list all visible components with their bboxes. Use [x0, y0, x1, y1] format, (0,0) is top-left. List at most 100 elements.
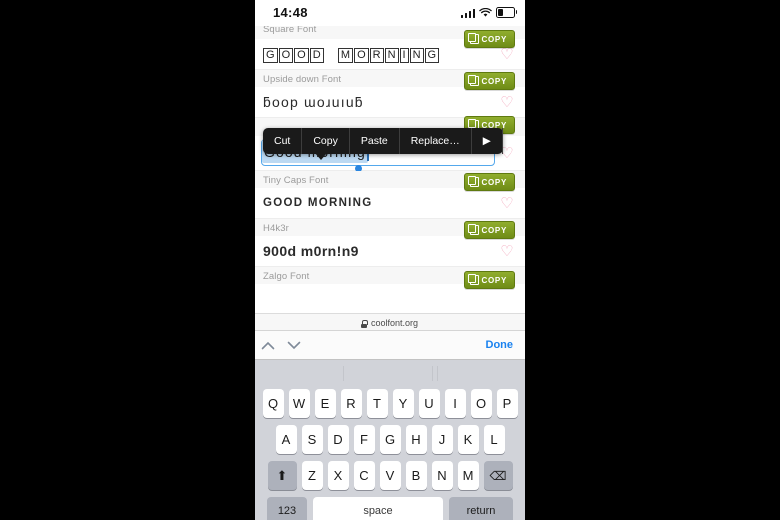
key-w[interactable]: W — [288, 389, 310, 418]
copy-button[interactable]: COPY — [463, 72, 515, 90]
copy-button-label: COPY — [481, 76, 507, 86]
url-text: coolfont.org — [370, 317, 419, 328]
key-c[interactable]: C — [353, 461, 375, 490]
heart-outline-icon[interactable]: ♡ — [500, 196, 513, 211]
key-z[interactable]: Z — [301, 461, 323, 490]
key-k[interactable]: K — [457, 425, 479, 454]
wifi-icon — [479, 8, 492, 17]
key-s[interactable]: S — [301, 425, 323, 454]
space-key[interactable]: space — [313, 497, 443, 520]
done-button[interactable]: Done — [486, 339, 514, 351]
key-m[interactable]: M — [457, 461, 479, 490]
square-letter: M — [337, 47, 354, 63]
font-row-zalgo: Zalgo Font COPY — [255, 267, 525, 289]
favorite-cell[interactable]: ♡ — [489, 47, 525, 62]
copy-icon — [468, 176, 479, 187]
key-b[interactable]: B — [405, 461, 427, 490]
chevron-down-icon — [287, 341, 301, 349]
key-d[interactable]: D — [327, 425, 349, 454]
keyboard-accessory-bar: Done — [255, 330, 525, 360]
key-h[interactable]: H — [405, 425, 427, 454]
previous-field-button[interactable] — [255, 341, 281, 350]
context-menu-item-paste[interactable]: Paste — [350, 128, 400, 154]
favorite-cell[interactable]: ♡ — [489, 196, 525, 211]
numbers-key[interactable]: 123 — [267, 497, 307, 520]
square-letter: D — [309, 47, 324, 63]
context-menu-item-replace[interactable]: Replace… — [400, 128, 472, 154]
predictive-divider — [437, 366, 438, 381]
copy-icon — [468, 274, 479, 285]
key-f[interactable]: F — [353, 425, 375, 454]
key-y[interactable]: Y — [392, 389, 414, 418]
shift-arrow-icon: ⬆ — [276, 467, 288, 483]
square-letter: N — [409, 47, 424, 63]
key-q[interactable]: Q — [262, 389, 284, 418]
key-e[interactable]: E — [314, 389, 336, 418]
lock-icon — [361, 320, 368, 328]
copy-button-label: COPY — [481, 34, 507, 44]
heart-outline-icon[interactable]: ♡ — [500, 95, 513, 110]
browser-url-bar[interactable]: coolfont.org — [255, 313, 525, 331]
url-display[interactable]: coolfont.org — [361, 317, 419, 328]
key-j[interactable]: J — [431, 425, 453, 454]
predictive-bar[interactable] — [255, 358, 525, 389]
key-i[interactable]: I — [444, 389, 466, 418]
font-row-tiny-caps: Tiny Caps Font GOOD MORNING ♡ COPY — [255, 171, 525, 219]
keyboard-row-3: ⬆ Z X C V B N M ⌫ — [255, 461, 525, 490]
keyboard-row-4: 123 space return — [255, 497, 525, 520]
status-bar: 14:48 — [255, 0, 525, 26]
font-row-text: G O O D M O R N I N G — [255, 46, 489, 63]
favorite-cell[interactable]: ♡ — [489, 95, 525, 110]
key-t[interactable]: T — [366, 389, 388, 418]
copy-button[interactable]: COPY — [463, 173, 515, 191]
copy-button-label: COPY — [481, 177, 507, 187]
key-o[interactable]: O — [470, 389, 492, 418]
cellular-bars-icon — [460, 8, 475, 18]
status-bar-clock: 14:48 — [273, 5, 308, 20]
copy-button[interactable]: COPY — [463, 221, 515, 239]
favorite-cell[interactable]: ♡ — [489, 244, 525, 259]
context-menu-item-cut[interactable]: Cut — [263, 128, 303, 154]
key-p[interactable]: P — [496, 389, 518, 418]
key-l[interactable]: L — [483, 425, 505, 454]
status-bar-icons — [460, 7, 518, 18]
font-row-upside-down: Upside down Font ƃoop ɯoɹuıuƃ ♡ COPY — [255, 70, 525, 118]
phone-screen: 14:48 Square Font G O O D M O R N I N G … — [255, 0, 525, 520]
copy-button[interactable]: COPY — [463, 30, 515, 48]
predictive-divider — [343, 366, 344, 381]
heart-outline-icon[interactable]: ♡ — [500, 47, 513, 62]
copy-button[interactable]: COPY — [463, 271, 515, 289]
font-list: Square Font G O O D M O R N I N G ♡ COPY… — [255, 26, 525, 322]
key-v[interactable]: V — [379, 461, 401, 490]
square-letters: G O O D — [263, 47, 324, 63]
backspace-key[interactable]: ⌫ — [483, 461, 513, 490]
square-letter: N — [384, 47, 399, 63]
square-letter: O — [294, 47, 309, 63]
shift-key[interactable]: ⬆ — [267, 461, 297, 490]
font-row-hacker: H4k3r 900d m0rn!n9 ♡ COPY — [255, 219, 525, 267]
square-letter: I — [399, 47, 409, 63]
key-g[interactable]: G — [379, 425, 401, 454]
screenshot-stage: 14:48 Square Font G O O D M O R N I N G … — [0, 0, 780, 520]
return-key[interactable]: return — [449, 497, 513, 520]
context-menu-pointer — [315, 153, 327, 160]
copy-icon — [468, 224, 479, 235]
square-letter: O — [278, 47, 294, 63]
copy-icon — [468, 33, 479, 44]
context-menu-item-copy[interactable]: Copy — [302, 128, 350, 154]
key-a[interactable]: A — [275, 425, 297, 454]
text-context-menu[interactable]: Cut Copy Paste Replace… ▶ — [263, 128, 503, 160]
key-r[interactable]: R — [340, 389, 362, 418]
square-letter: O — [354, 47, 369, 63]
next-field-button[interactable] — [281, 341, 307, 350]
key-n[interactable]: N — [431, 461, 453, 490]
on-screen-keyboard: Q W E R T Y U I O P A S D F G H J K L ⬆ … — [255, 358, 525, 520]
square-letter: G — [263, 47, 278, 63]
key-x[interactable]: X — [327, 461, 349, 490]
font-row-text: ƃoop ɯoɹuıuƃ — [263, 94, 364, 110]
context-menu-more-arrow-icon[interactable]: ▶ — [472, 128, 503, 154]
heart-outline-icon[interactable]: ♡ — [500, 244, 513, 259]
key-u[interactable]: U — [418, 389, 440, 418]
font-row-text: 900d m0rn!n9 — [263, 243, 359, 259]
square-letter: R — [369, 47, 384, 63]
